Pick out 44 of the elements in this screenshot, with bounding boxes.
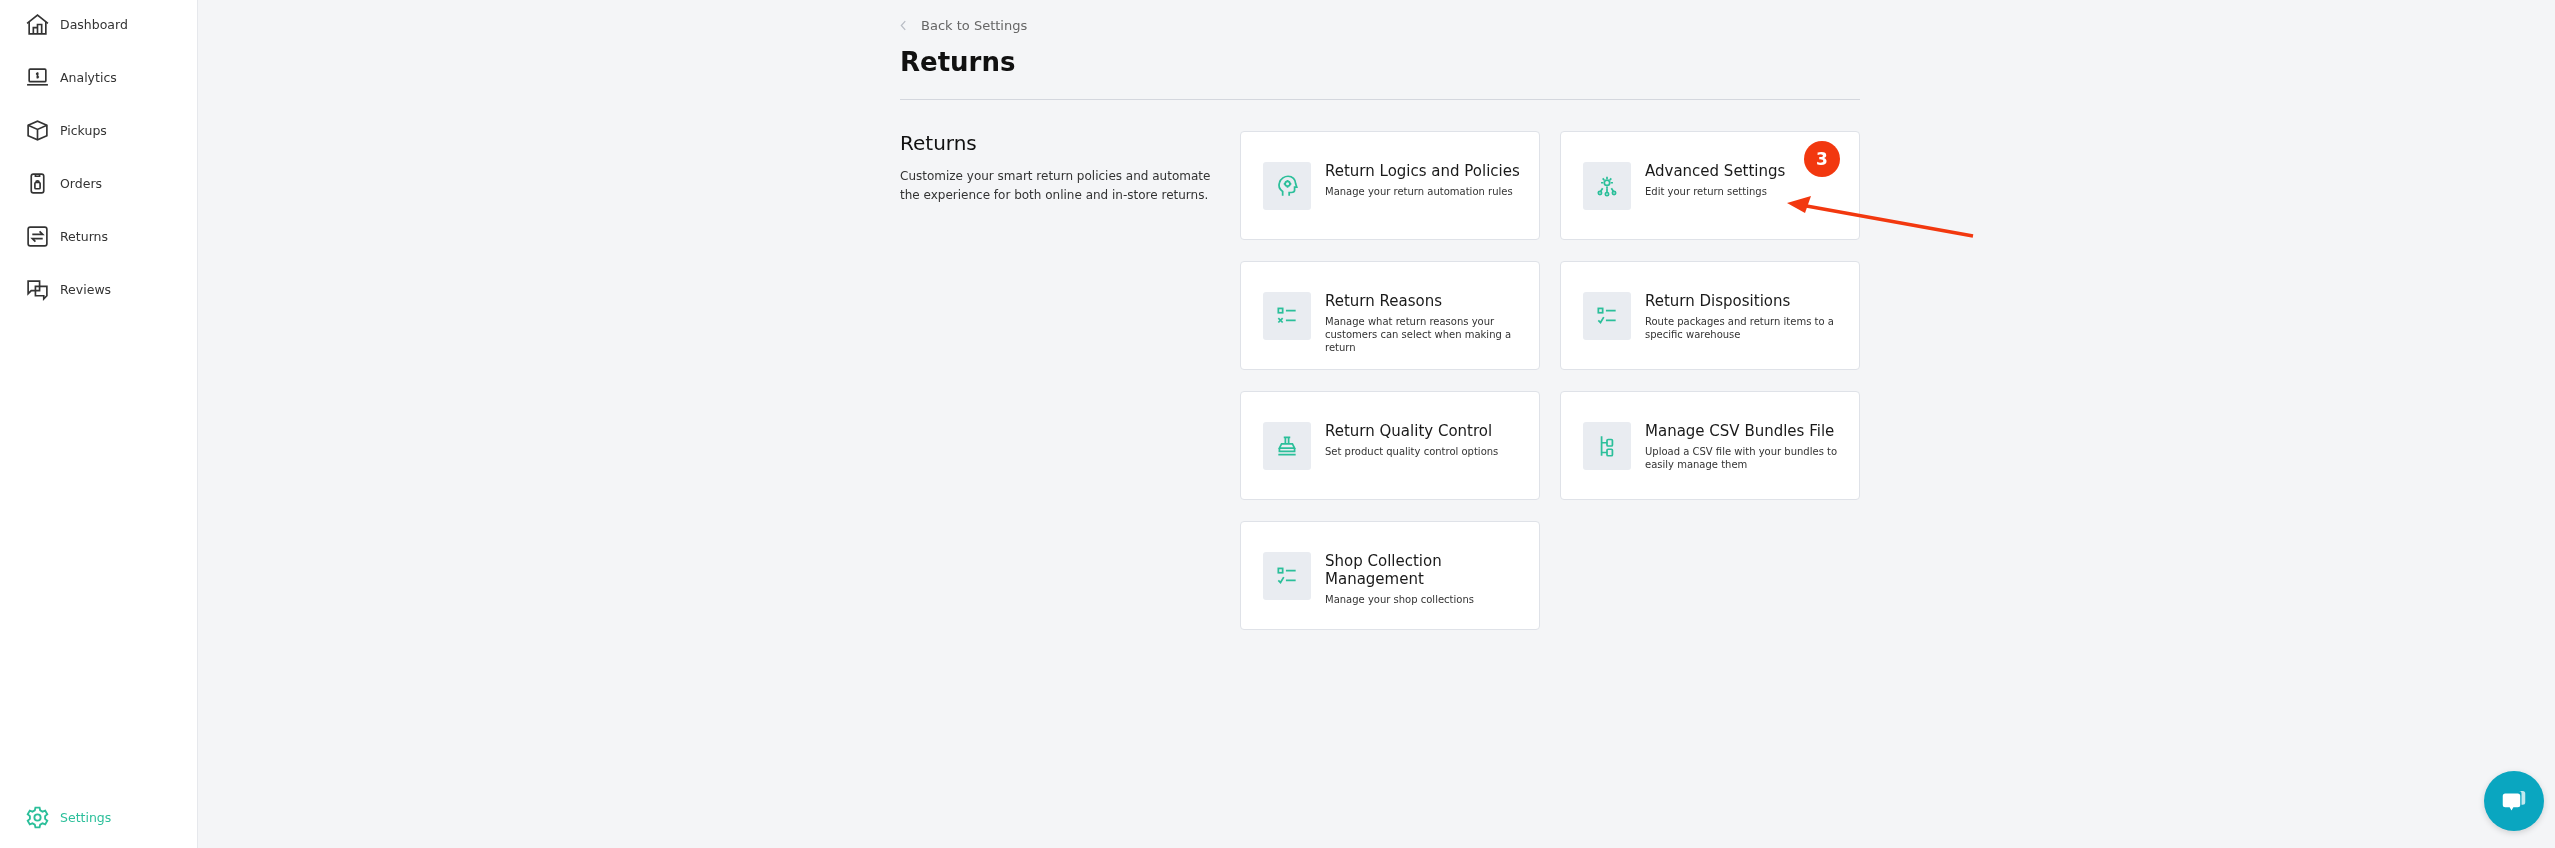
page-title: Returns <box>900 47 1017 77</box>
hierarchy-icon <box>1583 421 1631 470</box>
back-link[interactable]: Back to Settings <box>900 18 1860 33</box>
settings-card[interactable]: Manage CSV Bundles File Upload a CSV file with your bundles to easily manage them <box>1560 391 1860 500</box>
sidebar-item[interactable]: Analytics <box>0 63 197 92</box>
card-description: Manage what return reasons your customers can select when making a return <box>1325 315 1513 354</box>
card-title: Return Dispositions <box>1645 292 1792 310</box>
sidebar-item[interactable]: Returns <box>0 222 197 251</box>
house-icon <box>25 12 50 37</box>
sidebar-item[interactable]: Pickups <box>0 116 197 145</box>
section-description: Customize your smart return policies and automate the experience for both online and in-store returns. <box>900 168 1212 204</box>
checklist-cross-icon <box>1263 291 1311 340</box>
settings-icon <box>25 805 50 830</box>
exchange-icon <box>25 224 50 249</box>
sidebar-item[interactable]: Orders <box>0 169 197 198</box>
sidebar-item[interactable]: Dashboard <box>0 10 197 39</box>
card-title: Return Logics and Policies <box>1325 162 1520 180</box>
stamp-icon <box>1263 421 1311 470</box>
card-description: Upload a CSV file with your bundles to easily manage them <box>1645 445 1839 471</box>
card-title: Shop Collection Management <box>1325 552 1443 588</box>
settings-card[interactable]: Return Quality Control Set product quality control options <box>1240 391 1540 500</box>
section-title: Returns <box>900 131 978 155</box>
settings-card[interactable]: Shop Collection Management Manage your shop collections <box>1240 521 1540 630</box>
card-title: Return Quality Control <box>1325 422 1494 440</box>
settings-card[interactable]: Return Dispositions Route packages and return items to a specific warehouse <box>1560 261 1860 370</box>
chevron-left-icon <box>900 20 907 31</box>
circuit-gear-icon <box>1583 161 1631 210</box>
checklist-check-icon <box>1583 291 1631 340</box>
checklist-check-icon <box>1263 551 1311 600</box>
card-description: Set product quality control options <box>1325 445 1499 458</box>
settings-card[interactable]: Return Logics and Policies Manage your return automation rules <box>1240 131 1540 240</box>
card-title: Return Reasons <box>1325 292 1444 310</box>
card-description: Route packages and return items to a specific warehouse <box>1645 315 1835 341</box>
card-title: Advanced Settings <box>1645 162 1786 180</box>
settings-card[interactable]: Return Reasons Manage what return reasons your customers can select when making a return <box>1240 261 1540 370</box>
chat-bubbles-icon <box>25 277 50 302</box>
card-description: Manage your shop collections <box>1325 593 1475 606</box>
head-gear-icon <box>1263 161 1311 210</box>
card-description: Edit your return settings <box>1645 185 1768 198</box>
sidebar-item[interactable]: Reviews <box>0 275 197 304</box>
chat-button[interactable] <box>2484 771 2544 831</box>
box-icon <box>25 118 50 143</box>
card-description: Manage your return automation rules <box>1325 185 1514 198</box>
card-title: Manage CSV Bundles File <box>1645 422 1836 440</box>
